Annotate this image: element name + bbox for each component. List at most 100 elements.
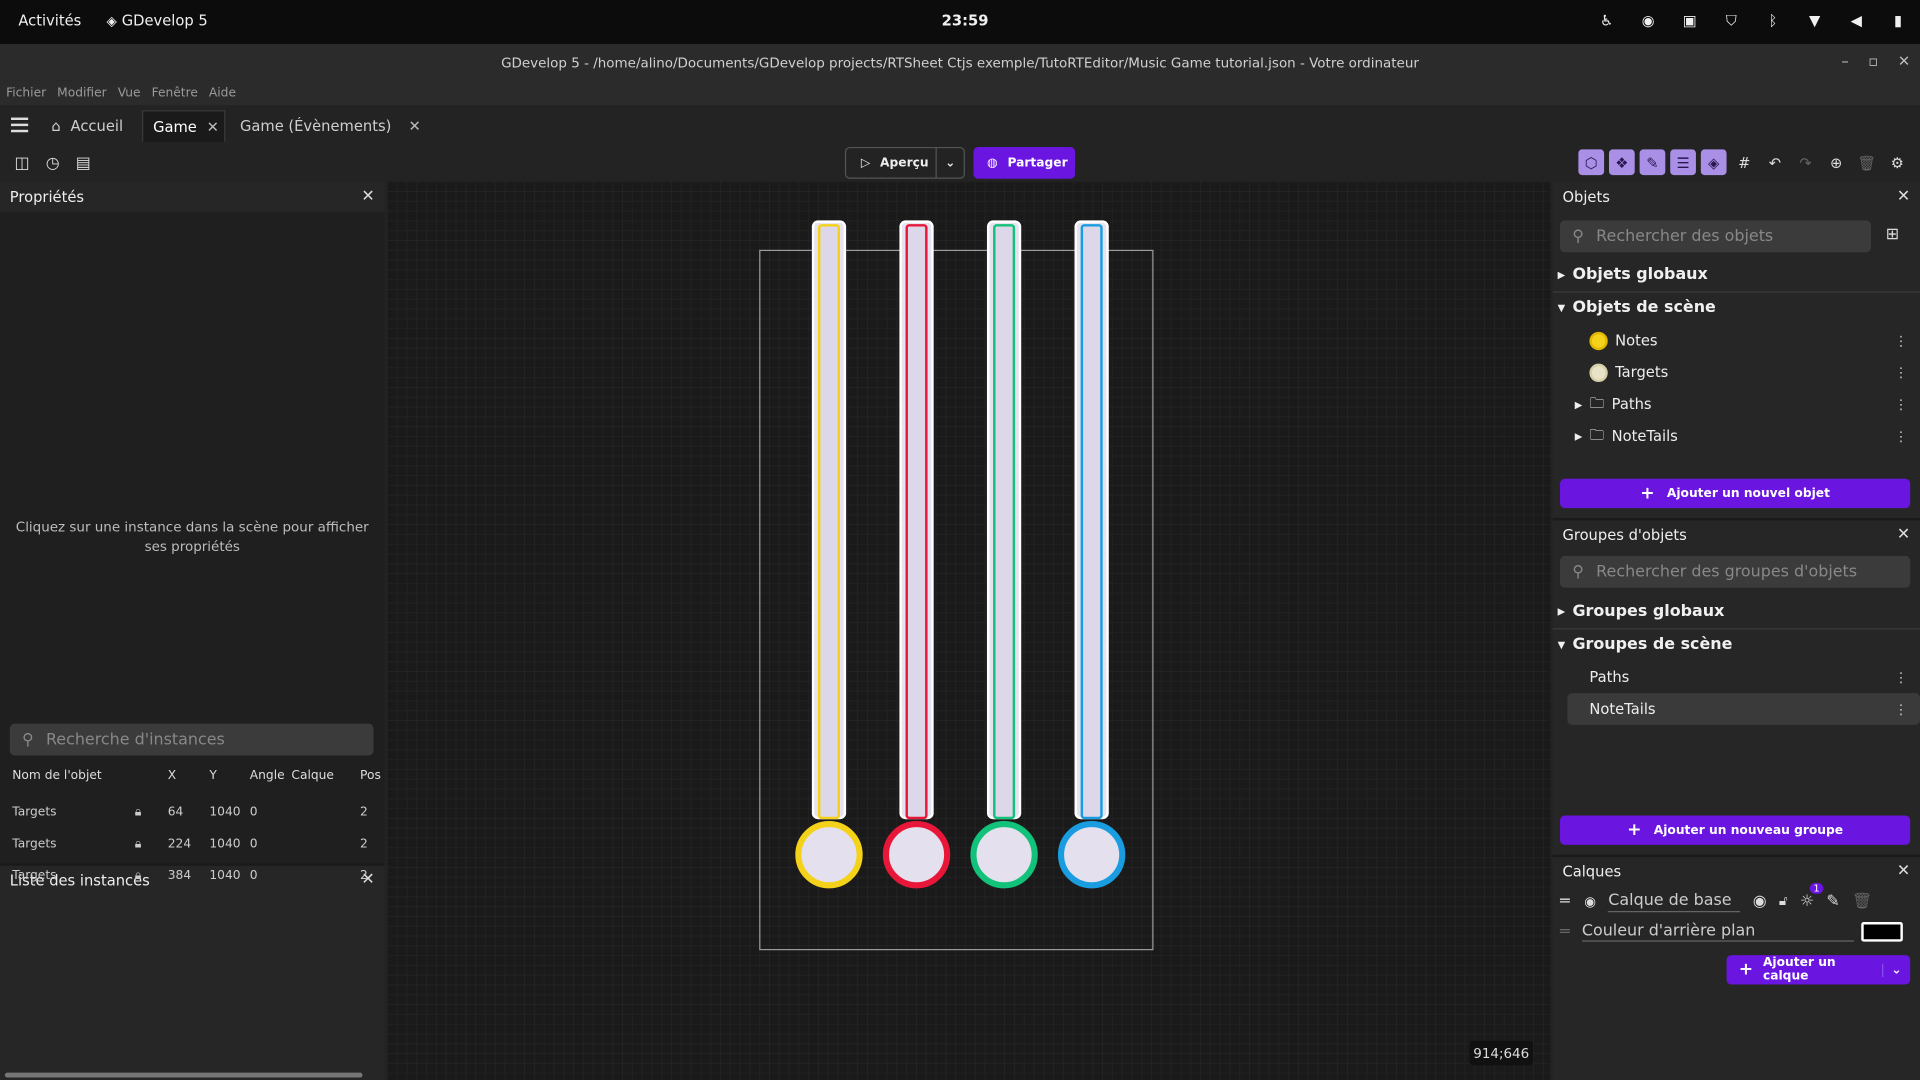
unlock-icon[interactable]: 🔓︎: [1779, 893, 1788, 910]
volume-icon[interactable]: ◀: [1847, 11, 1867, 31]
horizontal-scrollbar[interactable]: [4, 1072, 363, 1078]
close-tab-icon[interactable]: ✕: [408, 118, 420, 135]
grid-icon[interactable]: #: [1731, 149, 1757, 175]
lane-3[interactable]: [970, 220, 1038, 889]
objects-global-section[interactable]: ▶ Objets globaux: [1558, 266, 1708, 284]
radio-selected-icon[interactable]: ◉: [1584, 893, 1596, 909]
close-panel-icon[interactable]: ✕: [361, 187, 374, 205]
battery-icon[interactable]: ▮: [1888, 11, 1908, 31]
instances-search-input[interactable]: ⚲ Recherche d'instances: [9, 723, 374, 756]
menu-fichier[interactable]: Fichier: [6, 86, 46, 99]
list-item-group-notetails[interactable]: NoteTails ⋮: [1567, 693, 1920, 725]
zoom-icon[interactable]: ⊕: [1823, 149, 1849, 175]
close-window-icon[interactable]: ✕: [1898, 53, 1910, 70]
wifi-icon[interactable]: ▼: [1805, 11, 1825, 31]
chevron-right-icon[interactable]: ▶: [1575, 399, 1583, 410]
menu-vue[interactable]: Vue: [118, 86, 141, 99]
layer-name[interactable]: Calque de base: [1608, 891, 1741, 912]
chevron-right-icon[interactable]: ▶: [1575, 430, 1583, 441]
redo-icon[interactable]: ↷: [1793, 149, 1819, 175]
lane-target[interactable]: [970, 821, 1038, 889]
groups-scene-section[interactable]: ▼ Groupes de scène: [1558, 636, 1733, 654]
delete-icon[interactable]: 🗑: [1854, 149, 1880, 175]
share-button[interactable]: ◍ Partager: [973, 146, 1076, 179]
chevron-down-icon[interactable]: ⌄: [1881, 963, 1911, 977]
table-row[interactable]: Targets 🔒︎ 64 1040 0 2: [0, 796, 384, 828]
close-panel-icon[interactable]: ✕: [1897, 525, 1910, 543]
history-icon[interactable]: ◷: [42, 152, 64, 174]
lane-target[interactable]: [882, 821, 951, 889]
chevron-down-icon[interactable]: ⌄: [937, 156, 964, 169]
menu-fenetre[interactable]: Fenêtre: [152, 86, 198, 99]
minimize-icon[interactable]: –: [1841, 53, 1848, 70]
add-layer-button[interactable]: + Ajouter un calque ⌄: [1726, 955, 1911, 985]
more-options-icon[interactable]: ⋮: [1894, 669, 1907, 685]
column-header[interactable]: Angle: [250, 769, 285, 782]
close-panel-icon[interactable]: ✕: [1897, 862, 1910, 880]
edit-icon[interactable]: ✎: [1826, 892, 1839, 910]
properties-panel-icon[interactable]: ✎: [1639, 149, 1666, 176]
objects-panel-icon[interactable]: ⬡: [1578, 149, 1605, 176]
lock-icon[interactable]: 🔒︎: [135, 806, 142, 819]
list-item-notes[interactable]: Notes ⋮: [1553, 324, 1920, 356]
save-icon[interactable]: ▤: [72, 152, 94, 174]
list-item-paths-folder[interactable]: ▶ 🗀 Paths ⋮: [1553, 388, 1920, 420]
maximize-icon[interactable]: ▫: [1868, 53, 1878, 70]
column-header[interactable]: Y: [209, 769, 216, 782]
eye-icon[interactable]: ◉: [1753, 892, 1767, 910]
column-header[interactable]: Pos: [360, 769, 381, 782]
settings-icon[interactable]: ⚙: [1885, 149, 1911, 175]
column-header[interactable]: Calque: [291, 769, 334, 782]
menu-aide[interactable]: Aide: [209, 86, 236, 99]
list-item-notetails-folder[interactable]: ▶ 🗀 NoteTails ⋮: [1553, 420, 1920, 452]
lane-4[interactable]: [1057, 220, 1126, 889]
list-item-targets[interactable]: Targets ⋮: [1553, 356, 1920, 388]
groups-global-section[interactable]: ▶ Groupes globaux: [1558, 602, 1725, 620]
lane-target[interactable]: [1057, 821, 1126, 889]
table-row[interactable]: Targets 🔒︎ 224 1040 0 2: [0, 828, 384, 860]
trash-icon[interactable]: 🗑: [1852, 892, 1872, 910]
scene-canvas[interactable]: [386, 181, 1551, 1080]
close-tab-icon[interactable]: ✕: [207, 118, 219, 135]
preview-button[interactable]: ▷ Aperçu ⌄: [844, 146, 965, 179]
more-options-icon[interactable]: ⋮: [1894, 332, 1907, 348]
lane-1[interactable]: [795, 220, 863, 889]
more-options-icon[interactable]: ⋮: [1894, 364, 1907, 380]
more-options-icon[interactable]: ⋮: [1894, 701, 1907, 717]
layer-row-base[interactable]: ═ ◉ Calque de base ◉ 🔓︎ ☼ 1 ✎ 🗑: [1553, 882, 1920, 917]
add-group-button[interactable]: + Ajouter un nouveau groupe: [1560, 815, 1911, 845]
more-options-icon[interactable]: ⋮: [1894, 428, 1907, 444]
undo-icon[interactable]: ↶: [1762, 149, 1788, 175]
list-item-group-paths[interactable]: Paths ⋮: [1553, 661, 1920, 693]
objects-search-input[interactable]: ⚲ Rechercher des objets: [1560, 220, 1872, 253]
discord-icon[interactable]: ◉: [1638, 11, 1658, 31]
groups-search-input[interactable]: ⚲ Rechercher des groupes d'objets: [1560, 555, 1911, 588]
close-panel-icon[interactable]: ✕: [1897, 187, 1910, 205]
add-object-button[interactable]: + Ajouter un nouvel objet: [1560, 478, 1911, 509]
lane-2[interactable]: [882, 220, 951, 889]
hamburger-menu-icon[interactable]: [11, 117, 29, 133]
lock-icon[interactable]: 🔒︎: [135, 838, 142, 851]
lock-icon[interactable]: 🔒︎: [135, 869, 142, 882]
lane-target[interactable]: [795, 821, 863, 889]
more-options-icon[interactable]: ⋮: [1894, 396, 1907, 412]
app-indicator[interactable]: ◈ GDevelop 5: [107, 12, 208, 29]
activities-button[interactable]: Activités: [18, 12, 81, 29]
menu-modifier[interactable]: Modifier: [57, 86, 107, 99]
clipboard-icon[interactable]: ▣: [1680, 11, 1700, 31]
panels-icon[interactable]: ◫: [11, 152, 33, 174]
clock[interactable]: 23:59: [942, 12, 989, 29]
shield-icon[interactable]: ⛉: [1722, 11, 1742, 31]
column-header[interactable]: Nom de l'objet: [12, 769, 101, 782]
effects-icon[interactable]: ☼ 1: [1800, 882, 1824, 910]
layers-panel-icon[interactable]: ◈: [1700, 149, 1727, 176]
tab-game[interactable]: Game ✕: [142, 110, 226, 143]
background-color-swatch[interactable]: [1861, 922, 1903, 942]
groups-panel-icon[interactable]: ❖: [1608, 149, 1635, 176]
bluetooth-icon[interactable]: ᛒ: [1763, 11, 1783, 31]
objects-scene-section[interactable]: ▼ Objets de scène: [1558, 299, 1716, 317]
add-folder-icon[interactable]: ⊞: [1886, 225, 1899, 243]
accessibility-icon[interactable]: ♿: [1597, 11, 1617, 31]
tab-game-events[interactable]: Game (Évènements) ✕: [230, 110, 430, 142]
drag-handle-icon[interactable]: ═: [1560, 892, 1570, 910]
